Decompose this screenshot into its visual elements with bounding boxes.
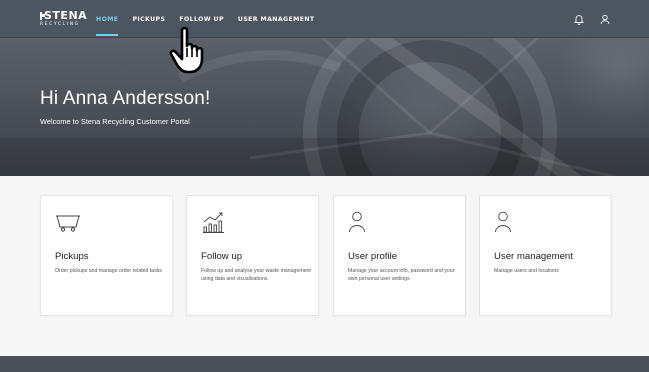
top-navigation-bar: STENA RECYCLING HOME PICKUPS FOLLOW UP U…: [0, 0, 649, 38]
nav-user-management[interactable]: USER MANAGEMENT: [238, 0, 315, 38]
user-icon: [494, 210, 520, 234]
card-pickups[interactable]: Pickups Order pickups and manage order r…: [40, 195, 173, 316]
container-icon: [55, 210, 81, 234]
bell-icon[interactable]: [573, 13, 585, 25]
card-title: Follow up: [201, 251, 243, 262]
feature-cards: Pickups Order pickups and manage order r…: [40, 195, 612, 316]
card-follow-up[interactable]: Follow up Follow up and analyse your was…: [186, 195, 319, 316]
nav-pickups[interactable]: PICKUPS: [132, 0, 165, 38]
user-icon: [348, 210, 374, 234]
greeting-title: Hi Anna Andersson!: [40, 88, 211, 109]
card-description: Manage your account info, password and y…: [348, 268, 455, 283]
welcome-subtitle: Welcome to Stena Recycling Customer Port…: [40, 117, 190, 126]
card-description: Manage users and locations: [494, 268, 559, 274]
card-title: User management: [494, 251, 573, 262]
nav-follow-up[interactable]: FOLLOW UP: [179, 0, 224, 38]
card-user-management[interactable]: User management Manage users and locatio…: [479, 195, 612, 316]
hero-banner: Hi Anna Andersson! Welcome to Stena Recy…: [0, 38, 649, 176]
page-footer: [0, 356, 649, 372]
nav-home[interactable]: HOME: [96, 0, 119, 38]
logo-wordmark: STENA: [40, 9, 88, 22]
chart-icon: [201, 210, 227, 234]
header-actions: [573, 0, 611, 38]
card-description: Order pickups and manage order related t…: [55, 268, 162, 274]
card-user-profile[interactable]: User profile Manage your account info, p…: [333, 195, 466, 316]
card-title: Pickups: [55, 251, 89, 262]
card-title: User profile: [348, 251, 398, 262]
user-icon[interactable]: [599, 13, 611, 25]
logo-mark-icon: [40, 11, 45, 20]
card-description: Follow up and analyse your waste managem…: [201, 268, 311, 283]
logo-name: STENA: [44, 9, 88, 22]
stena-recycling-logo[interactable]: STENA RECYCLING: [40, 9, 88, 30]
main-nav: HOME PICKUPS FOLLOW UP USER MANAGEMENT: [96, 0, 329, 38]
logo-subtitle: RECYCLING: [40, 22, 80, 27]
